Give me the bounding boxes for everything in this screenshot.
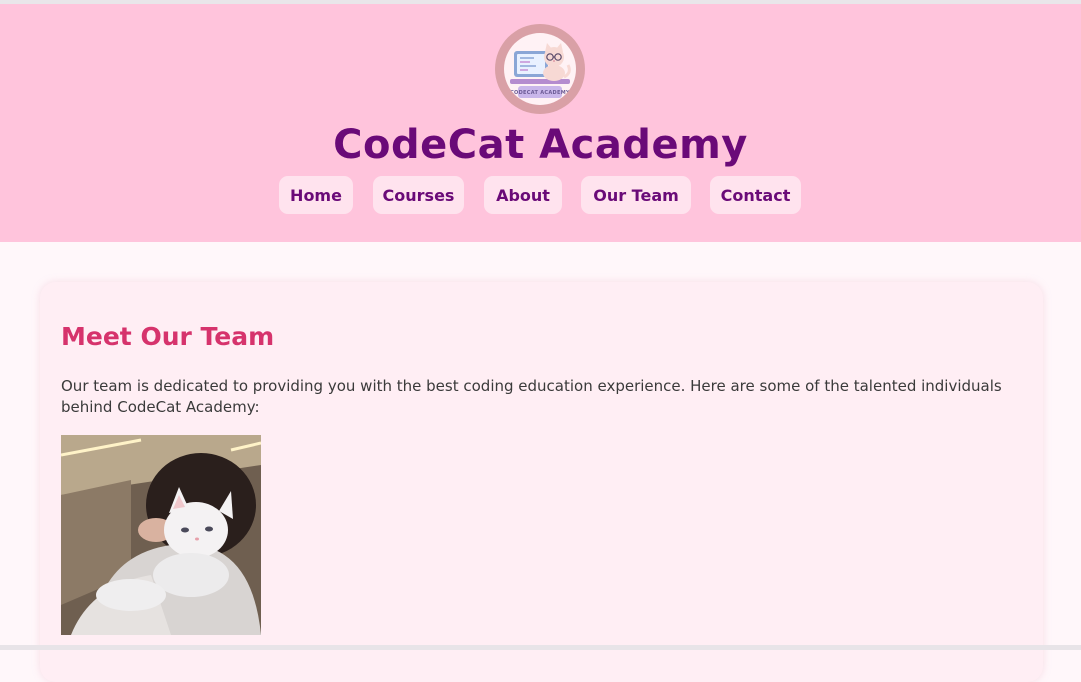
- team-intro-text: Our team is dedicated to providing you w…: [61, 377, 1002, 416]
- nav-about-button[interactable]: About: [484, 176, 562, 214]
- logo-text: CODECAT ACADEMY: [510, 90, 570, 96]
- browser-bottom-edge: [0, 645, 1081, 650]
- nav-our-team-button[interactable]: Our Team: [581, 176, 691, 214]
- team-section-card: Meet Our Team Our team is dedicated to p…: [40, 282, 1043, 682]
- nav-home-button[interactable]: Home: [279, 176, 353, 214]
- main-nav: Home Courses About Our Team Contact: [0, 176, 1081, 214]
- cat-laptop-logo-icon: CODECAT ACADEMY: [504, 33, 576, 105]
- team-member-photo: [61, 435, 261, 635]
- nav-courses-button[interactable]: Courses: [373, 176, 464, 214]
- site-title: CodeCat Academy: [333, 122, 748, 168]
- codecat-logo[interactable]: CODECAT ACADEMY: [495, 24, 585, 114]
- nav-contact-button[interactable]: Contact: [710, 176, 801, 214]
- site-header: CODECAT ACADEMY CodeCat Academy Home Cou…: [0, 4, 1081, 242]
- team-heading: Meet Our Team: [61, 322, 275, 351]
